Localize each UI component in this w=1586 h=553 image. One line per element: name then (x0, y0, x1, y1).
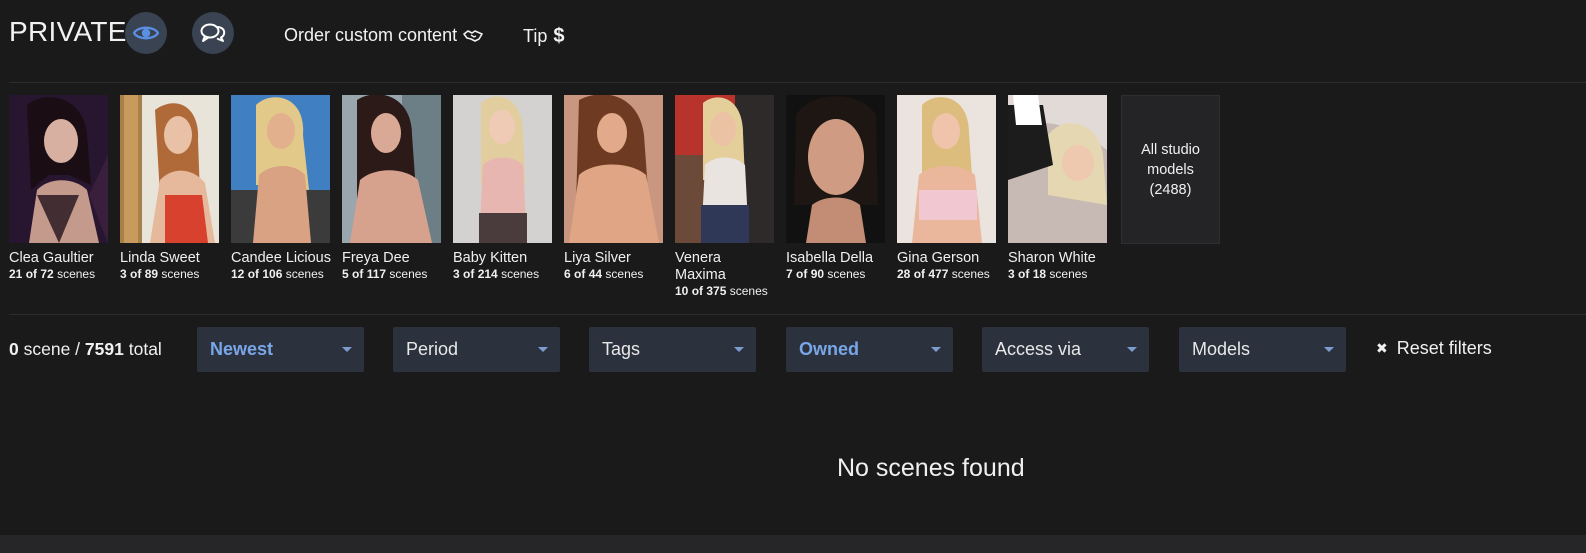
model-thumbnail[interactable] (564, 95, 663, 243)
model-name[interactable]: Isabella Della (786, 250, 886, 267)
model-name[interactable]: Freya Dee (342, 250, 442, 267)
model-name[interactable]: Baby Kitten (453, 250, 553, 267)
model-card[interactable]: Linda Sweet 3 of 89 scenes (120, 95, 220, 282)
sort-dropdown[interactable]: Newest (197, 327, 364, 372)
chevron-down-icon (1127, 347, 1137, 352)
order-custom-content-label: Order custom content (284, 25, 458, 45)
period-dropdown[interactable]: Period (393, 327, 560, 372)
order-custom-content-link[interactable]: Order custom content (284, 25, 483, 46)
header-divider (9, 82, 1586, 83)
studio-title: PRIVATE (9, 16, 127, 47)
model-card[interactable]: Gina Gerson 28 of 477 scenes (897, 95, 997, 282)
model-scene-count: 3 of 214 scenes (453, 267, 540, 281)
close-icon: ✖ (1376, 340, 1388, 356)
ownership-dropdown[interactable]: Owned (786, 327, 953, 372)
model-name[interactable]: Gina Gerson (897, 250, 997, 267)
model-name[interactable]: Candee Licious (231, 250, 331, 267)
access-via-dropdown[interactable]: Access via (982, 327, 1149, 372)
model-scene-count: 3 of 89 scenes (120, 267, 200, 281)
model-thumbnail[interactable] (9, 95, 108, 243)
studio-header: PRIVATE Order custom content Tip $ (0, 0, 1586, 82)
sort-dropdown-value: Newest (210, 339, 274, 359)
model-scene-count: 3 of 18 scenes (1008, 267, 1088, 281)
chevron-down-icon (342, 347, 352, 352)
access-via-dropdown-value: Access via (995, 339, 1082, 359)
model-thumbnail[interactable] (231, 95, 330, 243)
all-studio-models-text: All studio models (2488) (1141, 141, 1200, 198)
model-card[interactable]: Candee Licious 12 of 106 scenes (231, 95, 331, 282)
reset-filters-button[interactable]: ✖ Reset filters (1376, 338, 1492, 359)
tip-label: Tip (523, 26, 548, 46)
model-thumbnail[interactable] (120, 95, 219, 243)
model-scene-count: 7 of 90 scenes (786, 267, 866, 281)
model-name[interactable]: Sharon White (1008, 250, 1108, 267)
filters-divider (9, 314, 1586, 315)
model-scene-count: 21 of 72 scenes (9, 267, 96, 281)
model-name[interactable]: Linda Sweet (120, 250, 220, 267)
scene-count: 0 scene / 7591 total (9, 339, 162, 359)
models-dropdown[interactable]: Models (1179, 327, 1346, 372)
chevron-down-icon (931, 347, 941, 352)
model-thumbnail[interactable] (897, 95, 996, 243)
dollar-icon: $ (553, 25, 565, 47)
model-thumbnail[interactable] (786, 95, 885, 243)
model-name[interactable]: Clea Gaultier (9, 250, 109, 267)
model-card[interactable]: Liya Silver 6 of 44 scenes (564, 95, 664, 282)
tip-link[interactable]: Tip $ (523, 25, 564, 48)
handshake-icon (463, 29, 483, 42)
chevron-down-icon (1324, 347, 1334, 352)
model-name[interactable]: Liya Silver (564, 250, 664, 267)
chevron-down-icon (538, 347, 548, 352)
model-scene-count: 10 of 375 scenes (675, 284, 768, 298)
empty-state-message: No scenes found (837, 454, 1025, 482)
footer-strip (0, 535, 1586, 553)
reset-filters-label: Reset filters (1396, 338, 1492, 358)
model-card[interactable]: Isabella Della 7 of 90 scenes (786, 95, 886, 282)
model-card[interactable]: Clea Gaultier 21 of 72 scenes (9, 95, 109, 282)
model-card[interactable]: Sharon White 3 of 18 scenes (1008, 95, 1108, 282)
model-card[interactable]: Venera Maxima 10 of 375 scenes (675, 95, 775, 299)
model-scene-count: 6 of 44 scenes (564, 267, 644, 281)
chevron-down-icon (734, 347, 744, 352)
model-card[interactable]: Baby Kitten 3 of 214 scenes (453, 95, 553, 282)
page: PRIVATE Order custom content Tip $ Clea … (0, 0, 1586, 553)
model-name[interactable]: Venera Maxima (675, 250, 775, 284)
model-thumbnail[interactable] (675, 95, 774, 243)
period-dropdown-value: Period (406, 339, 459, 359)
model-scene-count: 28 of 477 scenes (897, 267, 990, 281)
model-thumbnail[interactable] (1008, 95, 1107, 243)
tags-dropdown[interactable]: Tags (589, 327, 756, 372)
models-dropdown-value: Models (1192, 339, 1251, 359)
model-thumbnail[interactable] (453, 95, 552, 243)
model-card[interactable]: Freya Dee 5 of 117 scenes (342, 95, 442, 282)
model-scene-count: 5 of 117 scenes (342, 267, 428, 281)
all-studio-models-button[interactable]: All studio models (2488) (1121, 95, 1220, 244)
model-thumbnail[interactable] (342, 95, 441, 243)
watch-button[interactable] (125, 12, 167, 54)
ownership-dropdown-value: Owned (799, 339, 860, 359)
eye-icon (133, 26, 159, 40)
message-button[interactable] (192, 12, 234, 54)
model-scene-count: 12 of 106 scenes (231, 267, 324, 281)
chat-bubbles-icon (200, 23, 226, 42)
tags-dropdown-value: Tags (602, 339, 641, 359)
